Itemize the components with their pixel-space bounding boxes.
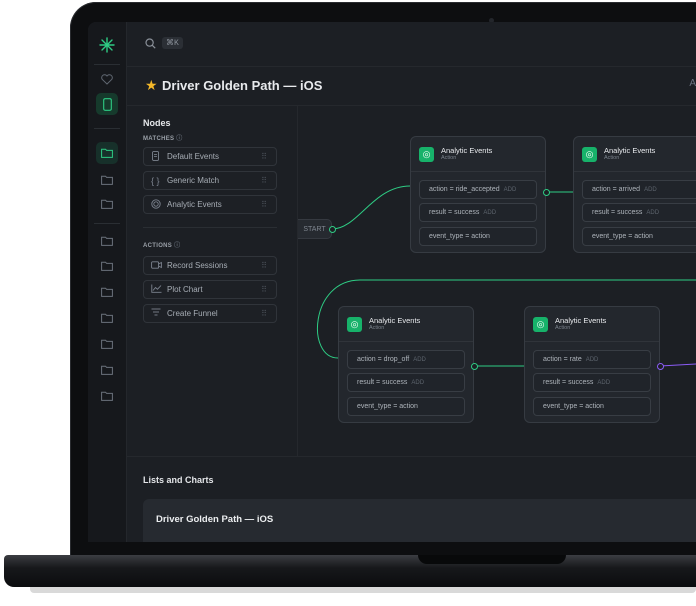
icon-rail <box>88 22 127 542</box>
folder-icon[interactable] <box>96 169 118 191</box>
chart-icon <box>151 284 167 295</box>
node-title: Analytic Events <box>369 316 421 325</box>
add-button[interactable]: ADD <box>597 380 610 386</box>
folder-icon[interactable] <box>96 230 118 252</box>
folder-icon[interactable] <box>96 385 118 407</box>
add-button[interactable]: ADD <box>646 210 659 216</box>
section-title: Lists and Charts <box>143 475 214 485</box>
add-button[interactable]: ADD <box>504 187 517 193</box>
event-node[interactable]: ◎ Analytic Events Action action = arrive… <box>573 136 696 253</box>
event-node[interactable]: ◎ Analytic Events Action action = rate AD… <box>524 306 660 423</box>
video-icon <box>151 260 167 271</box>
drag-handle-icon[interactable]: ⠿ <box>261 176 267 185</box>
info-icon: ⓘ <box>174 243 181 249</box>
list-card[interactable]: Driver Golden Path — iOS <box>143 499 696 542</box>
star-icon[interactable]: ★ <box>145 77 158 94</box>
page-title: Driver Golden Path — iOS <box>162 78 323 93</box>
page-header: ★ Driver Golden Path — iOS A <box>127 67 696 106</box>
node-item-generic-match[interactable]: { } Generic Match ⠿ <box>143 171 277 190</box>
laptop-base <box>4 555 696 587</box>
add-button[interactable]: ADD <box>411 380 424 386</box>
lists-section: Lists and Charts Driver Golden Path — iO… <box>127 456 696 542</box>
node-output-port[interactable] <box>657 363 664 370</box>
node-item-plot-chart[interactable]: Plot Chart ⠿ <box>143 280 277 299</box>
condition-row[interactable]: result = success ADD <box>419 203 537 222</box>
phone-icon[interactable] <box>96 93 118 115</box>
node-title: Analytic Events <box>555 316 607 325</box>
list-card-title: Driver Golden Path — iOS <box>156 514 274 525</box>
node-output-port[interactable] <box>471 363 478 370</box>
drag-handle-icon[interactable]: ⠿ <box>261 152 267 161</box>
node-title: Analytic Events <box>441 146 493 155</box>
node-item-record-sessions[interactable]: Record Sessions ⠿ <box>143 256 277 275</box>
laptop-foot <box>30 587 696 593</box>
folder-icon[interactable] <box>96 307 118 329</box>
start-port[interactable] <box>329 226 336 233</box>
folder-icon[interactable] <box>96 142 118 164</box>
drag-handle-icon[interactable]: ⠿ <box>261 261 267 270</box>
node-item-create-funnel[interactable]: Create Funnel ⠿ <box>143 304 277 323</box>
add-button[interactable]: ADD <box>483 210 496 216</box>
drag-handle-icon[interactable]: ⠿ <box>261 309 267 318</box>
condition-row[interactable]: action = arrived ADD <box>582 180 696 199</box>
node-subtitle: Action <box>555 325 571 331</box>
target-icon: ◎ <box>582 146 597 162</box>
funnel-icon <box>151 308 167 319</box>
condition-row[interactable]: result = success ADD <box>582 203 696 222</box>
drag-handle-icon[interactable]: ⠿ <box>261 285 267 294</box>
flow-canvas[interactable]: START ◎ Analytic Events Action action = … <box>298 106 696 456</box>
folder-icon[interactable] <box>96 359 118 381</box>
logo-icon[interactable] <box>96 34 118 56</box>
condition-row[interactable]: action = rate ADD <box>533 350 651 369</box>
target-icon: ◎ <box>533 316 548 332</box>
document-icon <box>151 150 167 163</box>
add-button[interactable]: ADD <box>413 357 426 363</box>
target-icon: ◎ <box>419 146 434 162</box>
app-screen: ⌘K ★ Driver Golden Path — iOS A Nodes MA… <box>88 22 696 542</box>
condition-row[interactable]: event_type = action <box>582 227 696 246</box>
panel-title: Nodes <box>143 118 171 128</box>
node-subtitle: Action <box>604 155 620 161</box>
node-title: Analytic Events <box>604 146 656 155</box>
event-node[interactable]: ◎ Analytic Events Action action = drop_o… <box>338 306 474 423</box>
add-button[interactable]: ADD <box>644 187 657 193</box>
braces-icon: { } <box>151 175 160 186</box>
condition-row[interactable]: action = ride_accepted ADD <box>419 180 537 199</box>
search-button[interactable]: ⌘K <box>145 37 183 49</box>
folder-icon[interactable] <box>96 333 118 355</box>
condition-row[interactable]: result = success ADD <box>533 373 651 392</box>
add-button[interactable]: ADD <box>586 357 599 363</box>
event-node[interactable]: ◎ Analytic Events Action action = ride_a… <box>410 136 546 253</box>
nodes-panel: Nodes MATCHES ⓘ Default Events ⠿ { } Gen… <box>127 106 298 456</box>
node-item-analytic-events[interactable]: Analytic Events ⠿ <box>143 195 277 214</box>
search-icon <box>145 37 156 49</box>
folder-icon[interactable] <box>96 255 118 277</box>
condition-row[interactable]: event_type = action <box>347 397 465 416</box>
info-icon: ⓘ <box>176 136 183 142</box>
matches-section-label: MATCHES ⓘ <box>143 136 183 142</box>
folder-icon[interactable] <box>96 193 118 215</box>
condition-row[interactable]: event_type = action <box>533 397 651 416</box>
top-bar: ⌘K <box>127 22 696 67</box>
start-node[interactable]: START <box>298 219 332 239</box>
node-output-port[interactable] <box>543 189 550 196</box>
header-action[interactable]: A <box>689 78 696 89</box>
laptop-notch <box>418 555 566 564</box>
condition-row[interactable]: action = drop_off ADD <box>347 350 465 369</box>
node-subtitle: Action <box>441 155 457 161</box>
node-item-default-events[interactable]: Default Events ⠿ <box>143 147 277 166</box>
actions-section-label: ACTIONS ⓘ <box>143 243 181 249</box>
node-subtitle: Action <box>369 325 385 331</box>
target-icon <box>151 198 167 211</box>
heart-icon[interactable] <box>96 68 118 90</box>
condition-row[interactable]: result = success ADD <box>347 373 465 392</box>
drag-handle-icon[interactable]: ⠿ <box>261 200 267 209</box>
folder-icon[interactable] <box>96 281 118 303</box>
condition-row[interactable]: event_type = action <box>419 227 537 246</box>
search-shortcut: ⌘K <box>162 37 183 49</box>
target-icon: ◎ <box>347 316 362 332</box>
